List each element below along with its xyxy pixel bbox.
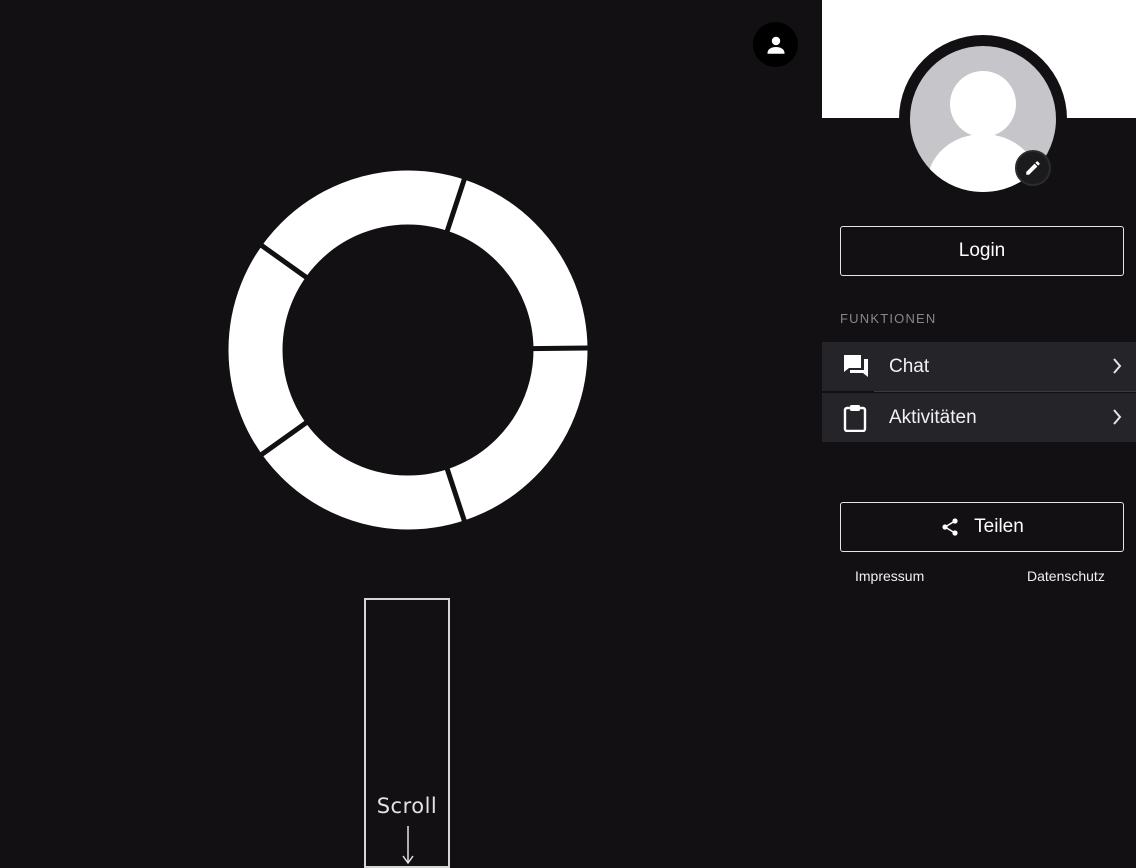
menu-item-label: Aktivitäten xyxy=(889,407,977,428)
login-button-label: Login xyxy=(958,240,1006,261)
main-stage: Scroll xyxy=(0,0,822,868)
side-panel: Login FUNKTIONEN Chat Aktivitäten Teilen… xyxy=(822,0,1136,852)
account-icon xyxy=(767,36,784,54)
login-button[interactable]: Login xyxy=(840,226,1124,276)
share-button-label: Teilen xyxy=(974,516,1024,537)
scroll-label: Scroll xyxy=(376,794,438,818)
clipboard-icon xyxy=(843,405,867,432)
section-title: FUNKTIONEN xyxy=(840,311,937,326)
impressum-link[interactable]: Impressum xyxy=(855,568,924,584)
ring-gap xyxy=(407,345,588,353)
scroll-indicator[interactable]: Scroll xyxy=(364,598,450,868)
menu-item-label: Chat xyxy=(889,356,930,377)
chevron-right-icon xyxy=(1113,409,1122,425)
ring-logo xyxy=(228,170,588,530)
menu-divider xyxy=(874,391,1136,392)
chat-icon xyxy=(844,355,868,377)
account-button[interactable] xyxy=(753,22,798,67)
menu-item-chat[interactable]: Chat xyxy=(822,342,1136,391)
pencil-icon xyxy=(1026,161,1040,175)
share-icon xyxy=(942,518,958,536)
menu-item-activities[interactable]: Aktivitäten xyxy=(822,393,1136,442)
edit-avatar-button[interactable] xyxy=(1015,150,1051,186)
privacy-link[interactable]: Datenschutz xyxy=(1027,568,1105,584)
share-button[interactable]: Teilen xyxy=(840,502,1124,552)
arrow-down-icon xyxy=(402,826,414,865)
chevron-right-icon xyxy=(1113,358,1122,374)
